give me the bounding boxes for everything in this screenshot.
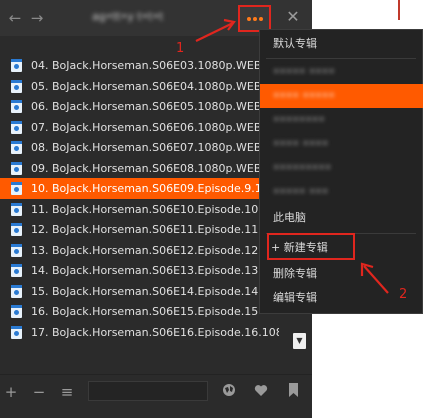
- plus-icon[interactable]: +: [2, 383, 20, 401]
- playlist-item-label: 17. BoJack.Horseman.S06E16.Episode.16.10…: [31, 325, 279, 339]
- menu-item-album[interactable]: •••• ••••: [260, 132, 423, 156]
- video-file-icon: [11, 59, 22, 72]
- menu-item-this-pc[interactable]: 此电脑: [260, 206, 423, 230]
- menu-item-label: •••••••••: [273, 161, 332, 174]
- globe-icon[interactable]: [220, 383, 238, 401]
- video-file-icon: [11, 182, 22, 195]
- annotation-step-1: 1: [176, 41, 185, 56]
- menu-item-album[interactable]: •••••••••: [260, 156, 423, 180]
- playlist-item-label: 14. BoJack.Horseman.S06E13.Episode.13: [31, 264, 259, 277]
- playlist-item-label: 15. BoJack.Horseman.S06E14.Episode.14: [31, 284, 259, 298]
- menu-item-label: ••••••••: [273, 113, 325, 126]
- menu-item-default-album[interactable]: 默认专辑: [260, 32, 423, 56]
- close-icon[interactable]: ✕: [284, 8, 302, 26]
- forward-icon[interactable]: →: [28, 9, 46, 27]
- menu-item-label: ••••• •••: [273, 185, 329, 198]
- menu-divider: [266, 58, 416, 59]
- menu-item-label: 默认专辑: [273, 37, 317, 50]
- playlist-item-label: 13. BoJack.Horseman.S06E12.Episode.12: [31, 243, 259, 257]
- menu-item-album[interactable]: •••• •••••: [260, 84, 423, 108]
- playlist-item-label: 12. BoJack.Horseman.S06E11.Episode.11: [31, 223, 259, 236]
- menu-item-label: •••• •••••: [273, 89, 335, 102]
- window-title: ag•tt•y t•t•t: [92, 10, 164, 23]
- chevron-down-icon[interactable]: ▼: [293, 333, 306, 349]
- video-file-icon: [11, 284, 22, 298]
- video-file-icon: [11, 161, 22, 175]
- playlist-item-label: 08. BoJack.Horseman.S06E07.1080p.WEB: [31, 141, 262, 154]
- menu-item-label: •••• ••••: [273, 137, 329, 150]
- menu-item-label: 此电脑: [273, 211, 306, 224]
- video-file-icon: [11, 325, 22, 339]
- heart-icon[interactable]: [252, 383, 270, 401]
- background-red-marker: [398, 0, 400, 20]
- playlist-item-label: 06. BoJack.Horseman.S06E05.1080p.WEB: [31, 100, 262, 113]
- video-file-icon: [11, 202, 22, 216]
- bottom-toolbar: + − ≡: [0, 374, 312, 408]
- video-file-icon: [11, 79, 22, 93]
- annotation-step-2: 2: [399, 287, 408, 302]
- more-options-button[interactable]: [238, 5, 271, 32]
- menu-item-album[interactable]: ••••• ••••: [260, 60, 423, 84]
- video-file-icon: [11, 264, 22, 277]
- menu-item-label: 删除专辑: [273, 267, 317, 280]
- menu-item-label: 编辑专辑: [273, 291, 317, 304]
- video-file-icon: [11, 243, 22, 257]
- playlist-item-label: 09. BoJack.Horseman.S06E08.1080p.WEB: [31, 161, 262, 175]
- video-file-icon: [11, 141, 22, 154]
- album-context-menu: 默认专辑 ••••• •••• •••• ••••• •••••••• •••• ••…: [259, 29, 423, 314]
- minus-icon[interactable]: −: [30, 383, 48, 401]
- menu-item-album[interactable]: ••••• •••: [260, 180, 423, 204]
- annotation-highlight-box: [267, 233, 355, 260]
- video-file-icon: [11, 223, 22, 236]
- menu-item-label: ••••• ••••: [273, 65, 335, 78]
- playlist-item-label: 04. BoJack.Horseman.S06E03.1080p.WEB: [31, 59, 262, 72]
- video-file-icon: [11, 100, 22, 113]
- playlist-item[interactable]: 17. BoJack.Horseman.S06E16.Episode.16.10…: [0, 322, 312, 343]
- video-file-icon: [11, 120, 22, 134]
- more-dots-icon: [247, 17, 263, 21]
- playlist-item-label: 11. BoJack.Horseman.S06E10.Episode.10: [31, 202, 259, 216]
- back-icon[interactable]: ←: [6, 9, 24, 27]
- video-file-icon: [11, 305, 22, 318]
- bookmark-icon[interactable]: [284, 383, 302, 401]
- menu-item-album[interactable]: ••••••••: [260, 108, 423, 132]
- playlist-item-label: 05. BoJack.Horseman.S06E04.1080p.WEB: [31, 79, 262, 93]
- playlist-item-label: 10. BoJack.Horseman.S06E09.Episode.9.1: [31, 182, 262, 195]
- playlist-item-label: 07. BoJack.Horseman.S06E06.1080p.WEB: [31, 120, 262, 134]
- playlist-item-label: 16. BoJack.Horseman.S06E15.Episode.15: [31, 305, 259, 318]
- menu-item-delete-album[interactable]: 删除专辑: [260, 262, 423, 286]
- checklist-icon[interactable]: ≡: [58, 383, 76, 401]
- playlist-search-input[interactable]: [88, 381, 208, 401]
